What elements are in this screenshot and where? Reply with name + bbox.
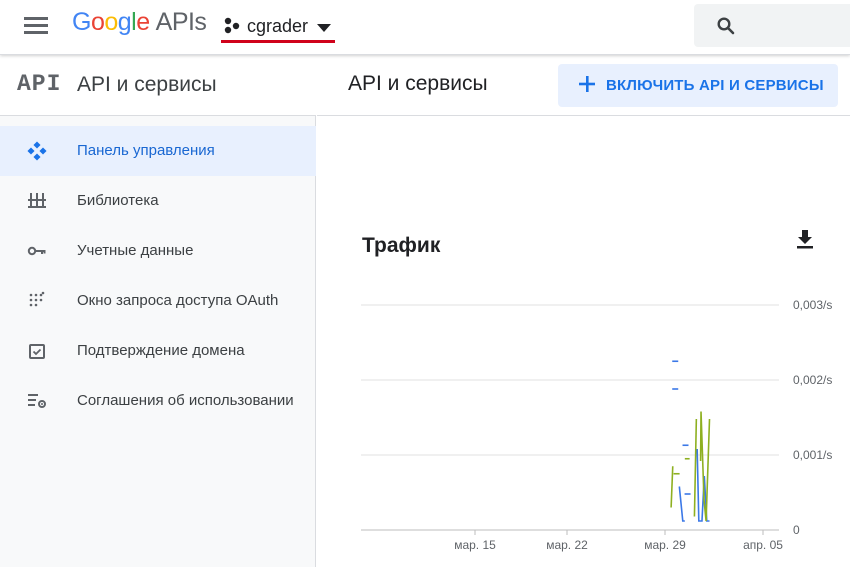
y-tick-label: 0,003/s <box>793 298 832 312</box>
traffic-card-title: Трафик <box>362 234 441 257</box>
main-header: API и сервисы ВКЛЮЧИТЬ API И СЕРВИСЫ <box>317 55 850 116</box>
sidebar-item-library[interactable]: Библиотека <box>0 176 316 226</box>
sidebar-item-label: Окно запроса доступа OAuth <box>77 292 279 309</box>
sidebar-item-label: Соглашения об использовании <box>77 392 294 409</box>
sidebar-title: API и сервисы <box>77 73 217 96</box>
google-apis-logo[interactable]: Google APIs <box>72 8 207 37</box>
sidebar-item-dashboard[interactable]: Панель управления <box>0 126 316 176</box>
search-input[interactable] <box>694 4 850 47</box>
y-tick-label: 0,002/s <box>793 373 832 387</box>
sidebar-header: API API и сервисы <box>0 55 316 116</box>
x-tick-label: мар. 15 <box>454 538 496 552</box>
oauth-consent-icon <box>29 291 45 307</box>
project-underline <box>221 40 335 43</box>
series-2-segment <box>670 466 674 508</box>
enable-apis-button[interactable]: ВКЛЮЧИТЬ API И СЕРВИСЫ <box>558 64 838 107</box>
plus-icon <box>579 76 595 92</box>
sidebar: API API и сервисы Панель управления Библ… <box>0 55 316 567</box>
traffic-chart: 0 0,001/s 0,002/s 0,003/s мар. 15 мар. 22 мар… <box>361 298 832 552</box>
page-title: API и сервисы <box>348 72 488 95</box>
sidebar-item-agreements[interactable]: Соглашения об использовании <box>0 376 316 426</box>
y-tick-label: 0 <box>793 523 800 537</box>
project-selector[interactable]: cgrader <box>221 12 335 44</box>
sidebar-item-label: Учетные данные <box>77 242 194 259</box>
top-app-bar: Google APIs cgrader <box>0 0 850 55</box>
sidebar-item-label: Панель управления <box>77 142 215 159</box>
api-logo-icon: API <box>17 71 62 97</box>
agreements-icon <box>28 394 46 408</box>
series-2-segment <box>699 411 711 522</box>
x-tick-label: мар. 29 <box>644 538 686 552</box>
project-name: cgrader <box>247 16 309 36</box>
sidebar-item-oauth-consent[interactable]: Окно запроса доступа OAuth <box>0 276 316 326</box>
library-icon <box>28 193 46 208</box>
download-icon[interactable] <box>794 227 816 251</box>
sidebar-item-label: Подтверждение домена <box>77 342 245 359</box>
search-icon <box>717 17 735 35</box>
enable-apis-button-label: ВКЛЮЧИТЬ API И СЕРВИСЫ <box>606 77 824 94</box>
sidebar-item-label: Библиотека <box>77 192 159 209</box>
project-dots-icon <box>224 17 240 34</box>
dashboard-icon <box>27 141 47 161</box>
sidebar-item-domain-verification[interactable]: Подтверждение домена <box>0 326 316 376</box>
y-tick-label: 0,001/s <box>793 448 832 462</box>
sidebar-item-credentials[interactable]: Учетные данные <box>0 226 316 276</box>
domain-verification-icon <box>29 344 45 359</box>
hamburger-menu-icon[interactable] <box>22 14 52 38</box>
series-1-segment <box>678 486 685 522</box>
key-icon <box>27 246 46 256</box>
caret-down-icon <box>317 24 331 32</box>
x-tick-label: апр. 05 <box>743 538 783 552</box>
x-tick-label: мар. 22 <box>546 538 588 552</box>
sidebar-nav: Панель управления Библиотека Учетные дан… <box>0 126 316 426</box>
series-2-segment <box>693 418 698 517</box>
